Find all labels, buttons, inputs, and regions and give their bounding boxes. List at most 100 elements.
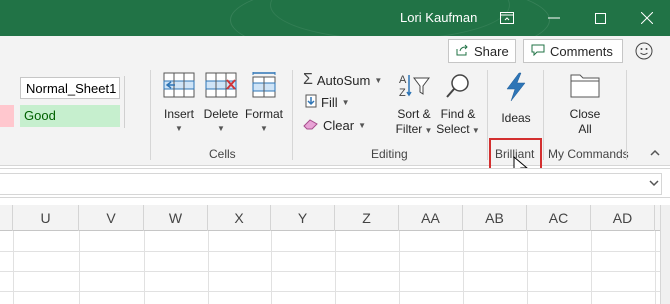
comments-button[interactable]: Comments (523, 39, 623, 63)
style-good[interactable]: Good (20, 105, 120, 127)
sort-filter-icon: AZ (397, 72, 431, 101)
group-separator (150, 70, 151, 160)
grid-line (0, 271, 660, 272)
insert-label: Insert (163, 107, 194, 121)
grid-line (13, 231, 14, 304)
share-icon (456, 44, 470, 59)
cells-group-label: Cells (209, 147, 236, 161)
column-header[interactable]: W (144, 205, 208, 231)
vertical-scrollbar[interactable] (660, 205, 670, 304)
expand-formula-bar-icon[interactable] (648, 176, 660, 190)
editing-group-label: Editing (371, 147, 408, 161)
svg-text:A: A (399, 74, 407, 86)
grid-line (335, 231, 336, 304)
ribbon-display-options-button[interactable] (484, 0, 530, 36)
fill-label: Fill (321, 95, 338, 110)
close-all-label-line1: Close (569, 107, 601, 121)
chevron-down-icon: ▼ (341, 98, 350, 107)
close-all-label-line2: All (578, 122, 592, 136)
share-button[interactable]: Share (448, 39, 516, 63)
formula-bar (0, 168, 670, 198)
chevron-down-icon: ▼ (217, 124, 225, 133)
delete-button[interactable]: Delete ▼ (202, 72, 240, 133)
style-normal-sheet1[interactable]: Normal_Sheet1 (20, 77, 120, 99)
column-header[interactable]: Z (335, 205, 399, 231)
format-button[interactable]: Format ▼ (243, 72, 285, 133)
chevron-down-icon: ▼ (260, 124, 268, 133)
grid-line (463, 231, 464, 304)
clear-label: Clear (323, 118, 355, 133)
group-separator (543, 70, 544, 160)
grid-line (208, 231, 209, 304)
find-select-label-line2: Select (436, 122, 470, 136)
formula-input[interactable] (0, 173, 662, 195)
sort-filter-label-line1: Sort & (397, 107, 431, 121)
grid-line (79, 231, 80, 304)
column-header[interactable]: V (79, 205, 144, 231)
column-header[interactable]: U (13, 205, 79, 231)
folder-icon (570, 72, 600, 101)
grid-line (271, 231, 272, 304)
close-all-button[interactable]: Close All (563, 72, 607, 137)
ideas-label: Ideas (501, 111, 531, 125)
column-header[interactable]: AC (527, 205, 591, 231)
share-label: Share (474, 43, 509, 59)
group-separator (626, 70, 627, 160)
search-icon (444, 72, 472, 103)
close-window-button[interactable] (624, 0, 670, 36)
minimize-button[interactable] (531, 0, 577, 36)
user-name[interactable]: Lori Kaufman (400, 10, 477, 25)
group-separator (487, 70, 488, 160)
column-header-partial[interactable] (0, 205, 13, 231)
worksheet-grid[interactable]: U V W X Y Z AA AB AC AD (0, 205, 670, 304)
minimize-icon (548, 17, 560, 19)
comment-icon (531, 44, 545, 59)
grid-line (0, 291, 660, 292)
clear-button[interactable]: Clear ▼ (303, 118, 366, 133)
find-select-label-line1: Find & (440, 107, 476, 121)
column-header-row: U V W X Y Z AA AB AC AD (0, 205, 670, 231)
maximize-button[interactable] (577, 0, 623, 36)
grid-line (527, 231, 528, 304)
find-select-button[interactable]: Find & Select ▼ (436, 72, 480, 138)
eraser-icon (303, 118, 319, 133)
svg-text:Z: Z (399, 87, 406, 98)
insert-button[interactable]: Insert ▼ (160, 72, 198, 133)
column-header[interactable]: AB (463, 205, 527, 231)
column-header[interactable]: X (208, 205, 271, 231)
close-icon (641, 12, 653, 24)
sort-filter-button[interactable]: AZ Sort & Filter ▼ (393, 72, 435, 138)
maximize-icon (594, 12, 606, 24)
sort-filter-label-line2: Filter (395, 122, 423, 136)
chevron-down-icon: ▼ (374, 75, 383, 85)
chevron-down-icon: ▼ (358, 121, 366, 130)
ideas-button[interactable]: Ideas (496, 72, 536, 126)
delete-label: Delete (203, 107, 239, 121)
styles-gallery-scrollbar[interactable] (124, 76, 138, 128)
column-header[interactable]: AD (591, 205, 655, 231)
lightning-bolt-icon (503, 72, 529, 105)
chevron-down-icon: ▼ (469, 126, 480, 135)
title-bar: Lori Kaufman (0, 0, 670, 36)
autosum-label: AutoSum (316, 72, 371, 88)
autosum-button[interactable]: Σ AutoSum ▼ (303, 71, 382, 89)
format-cells-icon (248, 72, 280, 101)
autosum-sigma-icon: Σ (303, 71, 313, 88)
grid-line (399, 231, 400, 304)
comments-label: Comments (550, 43, 613, 59)
fill-button[interactable]: Fill ▼ (305, 94, 350, 111)
feedback-smiley-icon[interactable] (634, 41, 654, 61)
grid-line (0, 251, 660, 252)
grid-line (591, 231, 592, 304)
column-header[interactable]: AA (399, 205, 463, 231)
grid-line (144, 231, 145, 304)
collapse-ribbon-icon[interactable] (649, 147, 661, 157)
group-separator (292, 70, 293, 160)
ribbon-display-icon (500, 12, 514, 24)
ribbon: Share Comments Normal_Sheet1 Good Insert… (0, 36, 670, 166)
my-commands-group-label: My Commands (548, 147, 629, 161)
fill-down-arrow-icon (305, 94, 317, 111)
column-header[interactable]: Y (271, 205, 335, 231)
insert-cells-icon (163, 72, 195, 101)
style-bad-swatch[interactable] (0, 105, 14, 127)
